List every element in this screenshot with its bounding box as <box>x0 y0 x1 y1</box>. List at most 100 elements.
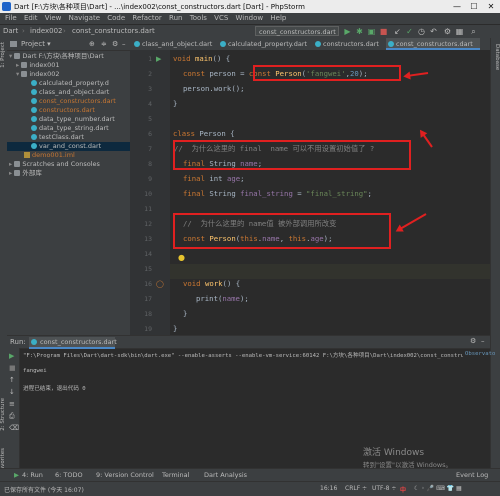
line-number: 5 <box>148 115 152 123</box>
navigation-bar: Dart › index002 › const_constructors.dar… <box>0 25 500 46</box>
locate-icon[interactable]: ⊕ <box>89 40 95 48</box>
tab-label: class_and_object.dart <box>142 40 213 48</box>
watermark-line-1: 激活 Windows <box>363 448 425 458</box>
menu-edit[interactable]: Edit <box>24 14 38 22</box>
tab-label: const_constructors.dart <box>396 40 473 48</box>
method-gutter-icon: ◯ <box>156 280 164 288</box>
database-tool-button[interactable]: Database <box>493 44 500 70</box>
stop-icon[interactable]: ■ <box>9 364 16 372</box>
menu-file[interactable]: File <box>5 14 17 22</box>
tree-item-external-libraries[interactable]: ▸ 外部库 <box>7 169 132 178</box>
run-panel-label: Run: <box>10 338 26 346</box>
tree-item-dart-root[interactable]: ▾ Dart F:\方块\各种项目\Dart <box>7 52 132 61</box>
line-number: 6 <box>148 130 152 138</box>
breadcrumb-index002[interactable]: index002 <box>30 27 63 36</box>
print-icon[interactable]: ⎙ <box>9 412 15 421</box>
line-number: 10 <box>144 190 152 198</box>
keyword: final <box>183 189 205 198</box>
clear-icon[interactable]: ⌫ <box>9 424 19 432</box>
line-number: 9 <box>148 175 152 183</box>
tree-item-scratches[interactable]: ▸ Scratches and Consoles <box>7 160 132 169</box>
breadcrumb-file[interactable]: const_constructors.dart <box>72 27 155 36</box>
code-line-4: } <box>173 99 178 108</box>
dart-file-icon <box>134 41 140 47</box>
gear-icon[interactable]: ⚙ <box>470 337 476 345</box>
hide-icon[interactable]: – <box>481 337 485 345</box>
project-structure-icon[interactable]: ▦ <box>455 27 464 36</box>
tree-item-label: const_constructors.dart <box>39 97 116 105</box>
line-number: 2 <box>148 70 152 78</box>
menu-tools[interactable]: Tools <box>190 14 207 22</box>
event-log-button[interactable]: Event Log <box>456 471 488 479</box>
wrap-icon[interactable]: ≡ <box>9 400 15 408</box>
caret-position[interactable]: 16:16 <box>320 485 337 492</box>
collapse-icon[interactable]: ≑ <box>101 40 107 48</box>
scroll-down-icon[interactable]: ↓ <box>9 388 15 396</box>
gear-icon[interactable]: ⚙ <box>112 40 118 48</box>
debug-icon[interactable]: ✱ <box>355 27 364 36</box>
run-toolbar: ▶ ■ ↑ ↓ ≡ ⎙ ⌫ <box>7 348 20 469</box>
tab-constructors[interactable]: constructors.dart <box>313 38 386 50</box>
file-encoding[interactable]: UTF-8 ÷ <box>372 485 396 492</box>
tool-tab-run[interactable]: 4: Run <box>22 471 43 479</box>
run-icon[interactable]: ▶ <box>343 27 352 36</box>
tree-item-index001[interactable]: ▸ index001 <box>7 61 139 70</box>
tool-tab-dart-analysis[interactable]: Dart Analysis <box>204 471 247 479</box>
tree-item-label: data_type_number.dart <box>39 115 115 123</box>
menu-view[interactable]: View <box>45 14 62 22</box>
menu-refactor[interactable]: Refactor <box>132 14 161 22</box>
minimize-button[interactable]: — <box>449 0 465 13</box>
menu-navigate[interactable]: Navigate <box>69 14 100 22</box>
line-separator[interactable]: CRLF ÷ <box>345 485 367 492</box>
menu-window[interactable]: Window <box>236 14 264 22</box>
maximize-button[interactable]: ☐ <box>466 0 482 13</box>
menu-code[interactable]: Code <box>107 14 125 22</box>
history-icon[interactable]: ◷ <box>417 27 426 36</box>
tab-label: constructors.dart <box>323 40 379 48</box>
project-folder-icon <box>10 41 17 47</box>
scroll-up-icon[interactable]: ↑ <box>9 376 15 384</box>
menu-run[interactable]: Run <box>169 14 182 22</box>
vcs-update-icon[interactable]: ↙ <box>393 27 402 36</box>
dart-file-icon <box>31 116 37 122</box>
vcs-commit-icon[interactable]: ✓ <box>405 27 414 36</box>
tool-tab-todo[interactable]: 6: TODO <box>55 471 83 479</box>
tree-item-label: Scratches and Consoles <box>22 160 100 168</box>
close-button[interactable]: ✕ <box>483 0 499 13</box>
revert-icon[interactable]: ↶ <box>429 27 438 36</box>
project-view-dropdown[interactable]: Project ▾ <box>21 40 51 48</box>
observatory-link[interactable]: Observato <box>465 351 495 357</box>
tab-calculated-property[interactable]: calculated_property.dart <box>218 38 313 50</box>
hide-icon[interactable]: – <box>122 40 126 48</box>
run-tab[interactable]: const_constructors.dart <box>29 337 117 349</box>
settings-icon[interactable]: ⚙ <box>443 27 452 36</box>
lightbulb-icon[interactable]: ● <box>178 253 185 262</box>
menu-help[interactable]: Help <box>270 14 286 22</box>
run-output: fangwei <box>23 368 47 374</box>
tree-item-index002[interactable]: ▾ index002 <box>7 70 139 79</box>
breadcrumb-dart[interactable]: Dart <box>3 27 18 36</box>
run-config-select[interactable]: const_constructors.dart ▾ <box>255 26 339 46</box>
line-number: 8 <box>148 160 152 168</box>
project-tool-button[interactable]: 1: Project <box>0 42 7 68</box>
menu-vcs[interactable]: VCS <box>214 14 228 22</box>
coverage-icon[interactable]: ▣ <box>367 27 376 36</box>
tab-const-constructors[interactable]: const_constructors.dart <box>386 38 480 50</box>
tab-class-and-object[interactable]: class_and_object.dart <box>132 38 218 50</box>
run-panel-header: Run: const_constructors.dart ⚙ – <box>7 336 490 349</box>
stop-icon[interactable]: ■ <box>379 27 388 36</box>
line-number: 18 <box>144 310 152 318</box>
search-icon[interactable]: ⌕ <box>469 27 478 36</box>
tool-tab-terminal[interactable]: Terminal <box>162 471 189 479</box>
annotation-box-const-constructor <box>173 213 391 249</box>
ime-indicator[interactable]: 中 <box>400 485 406 494</box>
structure-tool-button[interactable]: 2: Structure <box>0 398 7 431</box>
tool-tab-version-control[interactable]: 9: Version Control <box>96 471 154 479</box>
run-tab-label: const_constructors.dart <box>40 338 117 346</box>
string-literal: "final_string" <box>306 189 368 198</box>
tree-item-iml[interactable]: demo001.iml <box>7 151 147 160</box>
run-gutter-icon[interactable]: ▶ <box>156 55 161 63</box>
code-editor[interactable]: void main() { const person = const Perso… <box>170 50 490 335</box>
menu-bar: File Edit View Navigate Code Refactor Ru… <box>0 13 500 25</box>
rerun-icon[interactable]: ▶ <box>9 352 14 360</box>
